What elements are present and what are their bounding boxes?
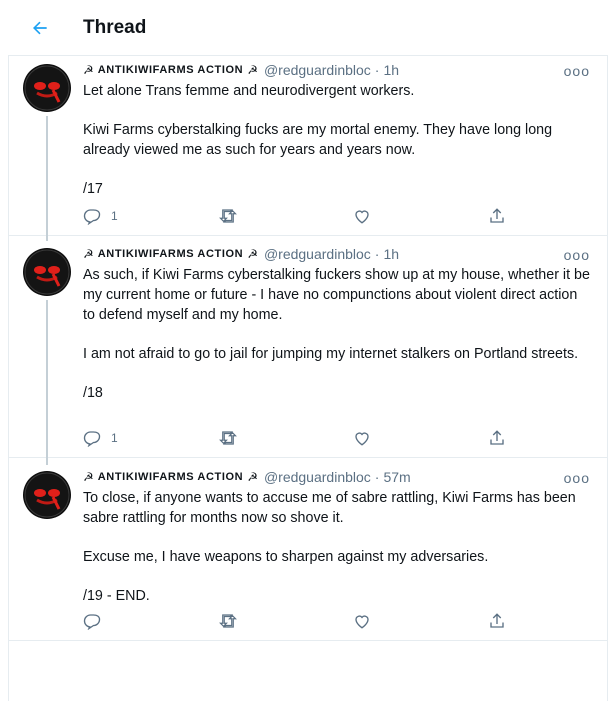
- tweet-text: Let alone Trans femme and neurodivergent…: [83, 81, 590, 218]
- reply-count: 1: [111, 209, 118, 223]
- tweet-17[interactable]: ☭ AntiKiwiFarms Action ☭ @redguardinbloc…: [8, 56, 608, 241]
- more-options-icon[interactable]: ooo: [564, 470, 590, 486]
- avatar[interactable]: [23, 248, 71, 296]
- tweet-paragraph: As such, if Kiwi Farms cyberstalking fuc…: [83, 267, 590, 323]
- like-button[interactable]: [353, 204, 371, 228]
- retweet-button[interactable]: [218, 426, 238, 450]
- reply-button[interactable]: 1: [83, 204, 118, 228]
- timestamp[interactable]: 1h: [383, 62, 399, 78]
- tweet-header: ☭ AntiKiwiFarms Action ☭ @redguardinbloc…: [83, 246, 400, 262]
- heart-icon: [355, 615, 369, 629]
- tweet-18[interactable]: ☭ AntiKiwiFarms Action ☭ @redguardinbloc…: [8, 230, 608, 465]
- timestamp[interactable]: 57m: [383, 469, 410, 485]
- tweet-paragraph: Let alone Trans femme and neurodivergent…: [83, 83, 415, 99]
- thread-connector: [46, 300, 48, 465]
- tweet-actions: 1: [83, 426, 523, 450]
- reply-button[interactable]: 1: [83, 426, 118, 450]
- tweet-19[interactable]: ☭ AntiKiwiFarms Action ☭ @redguardinbloc…: [8, 453, 608, 638]
- user-handle[interactable]: @redguardinbloc: [264, 62, 371, 78]
- tweet-divider: [8, 640, 608, 641]
- like-button[interactable]: [353, 609, 371, 633]
- retweet-icon: [219, 614, 237, 628]
- reply-icon: [83, 431, 101, 447]
- share-icon: [490, 613, 504, 628]
- tweet-paragraph: Excuse me, I have weapons to sharpen aga…: [83, 549, 489, 565]
- retweet-button[interactable]: [218, 204, 238, 228]
- tweet-header: ☭ AntiKiwiFarms Action ☭ @redguardinbloc…: [83, 62, 400, 78]
- heart-icon: [355, 432, 369, 446]
- retweet-icon: [219, 209, 237, 223]
- hammer-sickle-icon: ☭: [247, 63, 258, 77]
- more-options-icon[interactable]: ooo: [564, 63, 590, 79]
- share-icon: [490, 208, 504, 223]
- more-options-icon[interactable]: ooo: [564, 247, 590, 263]
- hammer-sickle-icon: ☭: [83, 63, 94, 77]
- tweet-divider: [8, 457, 608, 458]
- share-button[interactable]: [488, 609, 506, 633]
- tweet-text: To close, if anyone wants to accuse me o…: [83, 488, 590, 625]
- reply-icon: [83, 209, 101, 225]
- reply-button[interactable]: [83, 609, 111, 633]
- avatar-image: [24, 249, 70, 295]
- retweet-button[interactable]: [218, 609, 238, 633]
- reply-icon: [83, 614, 101, 630]
- tweet-paragraph: /19 - END.: [83, 588, 150, 604]
- tweet-paragraph: /17: [83, 181, 103, 197]
- thread-connector: [46, 453, 48, 461]
- arrow-left-icon: [33, 21, 47, 35]
- display-name[interactable]: AntiKiwiFarms Action: [98, 64, 243, 76]
- page-title: Thread: [83, 17, 147, 38]
- tweet-header: ☭ AntiKiwiFarms Action ☭ @redguardinbloc…: [83, 469, 411, 485]
- avatar-image: [24, 472, 70, 518]
- tweet-actions: 1: [83, 204, 523, 228]
- timestamp[interactable]: 1h: [383, 246, 399, 262]
- hammer-sickle-icon: ☭: [247, 247, 258, 261]
- avatar-image: [24, 65, 70, 111]
- share-button[interactable]: [488, 426, 506, 450]
- tweet-paragraph: I am not afraid to go to jail for jumpin…: [83, 346, 579, 362]
- tweet-actions: [83, 609, 523, 633]
- avatar[interactable]: [23, 64, 71, 112]
- share-button[interactable]: [488, 204, 506, 228]
- user-handle[interactable]: @redguardinbloc: [264, 469, 371, 485]
- avatar[interactable]: [23, 471, 71, 519]
- retweet-icon: [219, 431, 237, 445]
- display-name[interactable]: AntiKiwiFarms Action: [98, 471, 243, 483]
- hammer-sickle-icon: ☭: [83, 470, 94, 484]
- tweet-divider: [8, 235, 608, 236]
- display-name[interactable]: AntiKiwiFarms Action: [98, 248, 243, 260]
- thread-header: Thread: [8, 0, 608, 56]
- heart-icon: [355, 210, 369, 224]
- tweet-text: As such, if Kiwi Farms cyberstalking fuc…: [83, 265, 590, 422]
- tweet-paragraph: /18: [83, 385, 103, 401]
- hammer-sickle-icon: ☭: [247, 470, 258, 484]
- reply-count: 1: [111, 431, 118, 445]
- back-button[interactable]: [26, 14, 54, 42]
- user-handle[interactable]: @redguardinbloc: [264, 246, 371, 262]
- thread-connector: [46, 230, 48, 236]
- thread-connector: [46, 116, 48, 241]
- tweet-paragraph: To close, if anyone wants to accuse me o…: [83, 490, 576, 526]
- like-button[interactable]: [353, 426, 371, 450]
- share-icon: [490, 430, 504, 445]
- tweet-paragraph: Kiwi Farms cyberstalking fucks are my mo…: [83, 122, 553, 158]
- hammer-sickle-icon: ☭: [83, 247, 94, 261]
